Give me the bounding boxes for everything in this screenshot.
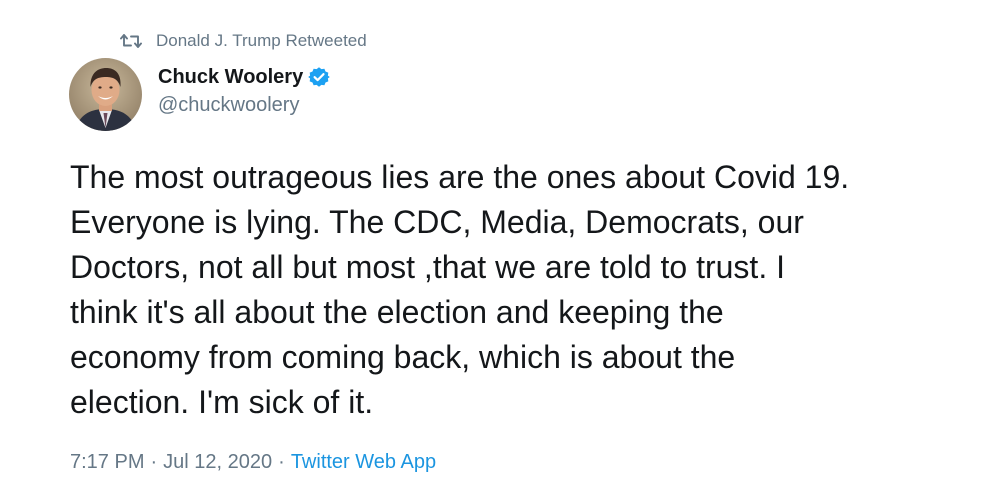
author-block[interactable]: Chuck Woolery @chuckwoolery <box>158 62 331 117</box>
tweet-text: The most outrageous lies are the ones ab… <box>70 159 850 420</box>
user-handle[interactable]: @chuckwoolery <box>158 94 330 117</box>
tweet-time[interactable]: 7:17 PM <box>70 451 144 474</box>
retweet-icon <box>120 32 142 50</box>
display-name[interactable]: Chuck Woolery <box>158 66 303 89</box>
tweet-card: Donald J. Trump Retweeted Chuck Woolery … <box>0 0 1001 504</box>
verified-badge-icon <box>308 66 331 88</box>
tweet-meta: 7:17 PM · Jul 12, 2020 · Twitter Web App <box>70 448 436 476</box>
tweet-date[interactable]: Jul 12, 2020 <box>163 451 272 474</box>
retweet-label: Donald J. Trump Retweeted <box>156 31 367 50</box>
tweet-source-link[interactable]: Twitter Web App <box>291 451 436 474</box>
avatar[interactable] <box>69 58 142 131</box>
meta-separator: · <box>278 450 285 473</box>
display-name-row: Chuck Woolery <box>158 62 331 92</box>
meta-separator: · <box>150 450 158 473</box>
retweet-context[interactable]: Donald J. Trump Retweeted <box>120 28 367 54</box>
